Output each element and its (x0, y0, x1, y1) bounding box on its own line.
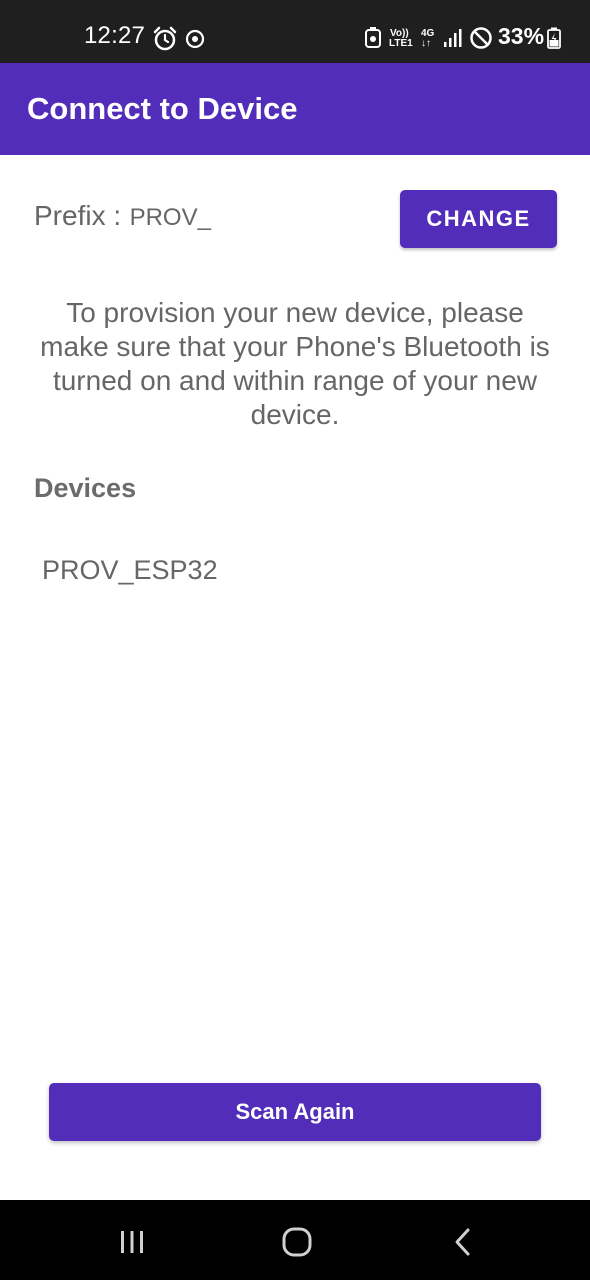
instructions-text: To provision your new device, please mak… (40, 297, 550, 430)
status-time: 12:27 (84, 22, 146, 49)
device-name: PROV_ESP32 (42, 555, 218, 585)
scan-again-button[interactable]: Scan Again (49, 1083, 541, 1141)
back-button[interactable] (433, 1220, 493, 1264)
volte-line2: LTE1 (389, 38, 413, 49)
recent-apps-icon (121, 1231, 143, 1253)
page-title: Connect to Device (27, 91, 298, 126)
recent-apps-button[interactable] (102, 1220, 162, 1264)
prefix-label: Prefix : (34, 200, 122, 231)
battery-percent: 33% (498, 23, 545, 49)
signal-icon (444, 29, 462, 47)
prefix-row: Prefix : PROV_ (34, 200, 211, 232)
app-bar: Connect to Device (0, 63, 590, 155)
alarm-icon (153, 26, 177, 51)
device-list-item[interactable]: PROV_ESP32 (0, 540, 590, 604)
status-bar: 12:27 Vo)) LTE1 4G ↓↑ 33% (0, 0, 590, 63)
battery-charging-icon (547, 27, 561, 49)
devices-heading: Devices (34, 473, 137, 503)
home-button[interactable] (267, 1220, 327, 1264)
data-saver-icon (365, 27, 381, 48)
sync-icon (185, 29, 205, 49)
prefix-value: PROV_ (129, 204, 211, 231)
data-arrows-icon: ↓↑ (421, 38, 431, 49)
home-icon (282, 1227, 312, 1257)
change-prefix-button[interactable]: CHANGE (400, 190, 557, 248)
back-icon (455, 1228, 470, 1256)
navigation-bar (0, 1200, 590, 1280)
do-not-disturb-icon (470, 27, 492, 49)
